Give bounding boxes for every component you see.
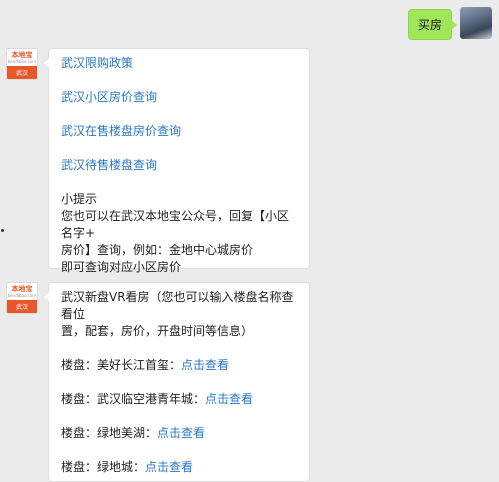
property-label: 楼盘：美好长江首玺：: [61, 358, 182, 372]
link-upcoming[interactable]: 武汉待售楼盘查询: [61, 157, 297, 174]
brand-city: 武汉: [7, 66, 37, 79]
tip-line: 即可查询对应小区房价: [61, 260, 182, 274]
brand-city: 武汉: [7, 300, 37, 313]
brand-domain: bendibao.com: [7, 59, 37, 64]
property-item: 楼盘：绿地美湖：点击查看: [61, 425, 297, 442]
property-item: 楼盘：武汉临空港青年城：点击查看: [61, 391, 297, 408]
tip-line: 您也可以在武汉本地宝公众号，回复【小区名字+: [61, 209, 290, 240]
incoming-message-row-1: 本地宝 bendibao.com 武汉 武汉限购政策 武汉小区房价查询 武汉在售…: [6, 48, 310, 274]
view-link[interactable]: 点击查看: [157, 426, 205, 440]
outgoing-message-bubble: 买房: [407, 9, 458, 40]
tip-title: 小提示: [61, 192, 98, 206]
property-label: 楼盘：绿地美湖：: [61, 426, 158, 440]
property-label: 楼盘：武汉临空港青年城：: [61, 392, 206, 406]
brand-name: 本地宝: [11, 285, 33, 293]
brand-name: 本地宝: [11, 51, 33, 59]
user-avatar[interactable]: [460, 7, 492, 39]
outgoing-message-row: 买房: [407, 7, 492, 40]
view-link[interactable]: 点击查看: [145, 460, 193, 474]
property-label: 楼盘：绿地城：: [61, 460, 146, 474]
view-link[interactable]: 点击查看: [181, 358, 229, 372]
brand-avatar[interactable]: 本地宝 bendibao.com 武汉: [6, 282, 38, 314]
intro-line: 置，配套，房价，开盘时间等信息）: [61, 324, 254, 338]
incoming-message-bubble-2: 武汉新盘VR看房（您也可以输入楼盘名称查看位 置，配套，房价，开盘时间等信息） …: [42, 282, 310, 482]
incoming-message-row-2: 本地宝 bendibao.com 武汉 武汉新盘VR看房（您也可以输入楼盘名称查…: [6, 282, 310, 482]
property-item: 楼盘：美好长江首玺：点击查看: [61, 357, 297, 374]
bullet-dot: [1, 229, 4, 232]
incoming-message-bubble-1: 武汉限购政策 武汉小区房价查询 武汉在售楼盘房价查询 武汉待售楼盘查询 小提示 …: [42, 48, 310, 274]
view-link[interactable]: 点击查看: [205, 392, 253, 406]
property-item: 楼盘：绿地城：点击查看: [61, 459, 297, 476]
brand-domain: bendibao.com: [7, 293, 37, 298]
brand-avatar[interactable]: 本地宝 bendibao.com 武汉: [6, 48, 38, 80]
tip-line: 房价】查询，例如：金地中心城房价: [61, 243, 254, 257]
link-onsale-price[interactable]: 武汉在售楼盘房价查询: [61, 123, 297, 140]
link-community-price[interactable]: 武汉小区房价查询: [61, 89, 297, 106]
intro-line: 武汉新盘VR看房（您也可以输入楼盘名称查看位: [61, 290, 294, 321]
link-purchase-policy[interactable]: 武汉限购政策: [61, 55, 297, 72]
